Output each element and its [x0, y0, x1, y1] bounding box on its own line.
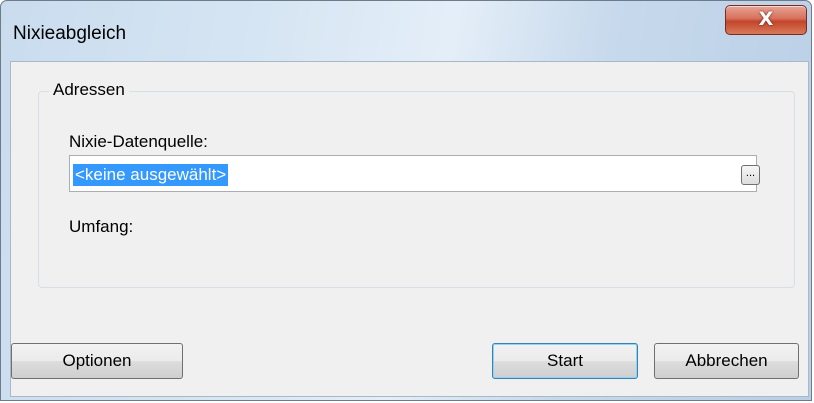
- scope-label: Umfang:: [69, 217, 134, 236]
- dialog-body: Adressen Nixie-Datenquelle: <keine ausge…: [10, 61, 809, 397]
- title-bar[interactable]: Nixieabgleich X: [1, 1, 811, 61]
- datasource-label: Nixie-Datenquelle:: [69, 132, 208, 151]
- close-icon: X: [758, 8, 774, 30]
- cancel-button[interactable]: Abbrechen: [654, 343, 799, 379]
- close-button[interactable]: X: [725, 5, 807, 35]
- datasource-field[interactable]: <keine ausgewählt>: [69, 155, 757, 192]
- dialog-window: Nixieabgleich X Adressen Nixie-Datenquel…: [0, 0, 812, 401]
- window-title: Nixieabgleich: [13, 23, 127, 44]
- browse-button[interactable]: ...: [741, 165, 760, 185]
- groupbox-label: Adressen: [49, 80, 129, 100]
- datasource-value[interactable]: <keine ausgewählt>: [73, 164, 229, 186]
- start-button[interactable]: Start: [492, 343, 638, 379]
- options-button[interactable]: Optionen: [11, 343, 183, 379]
